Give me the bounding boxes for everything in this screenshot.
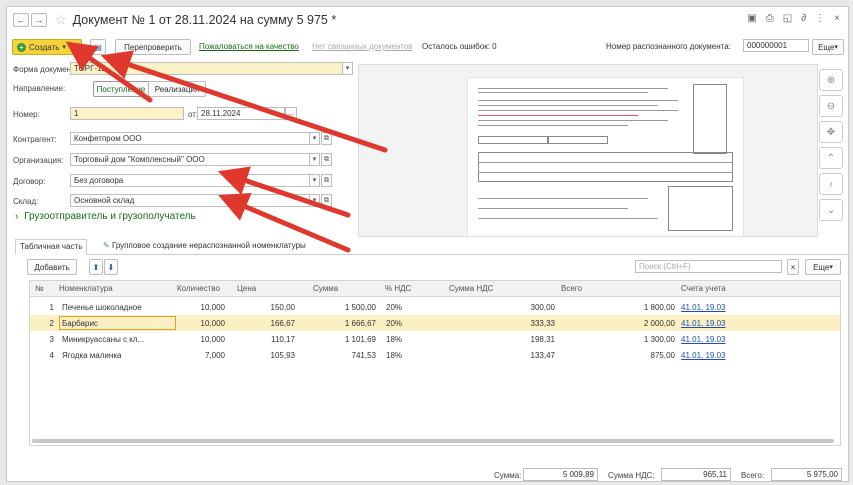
- annotation-arrows: [65, 41, 388, 253]
- arrow-to-create-button: [65, 41, 153, 103]
- arrow-to-doc-form: [100, 50, 388, 153]
